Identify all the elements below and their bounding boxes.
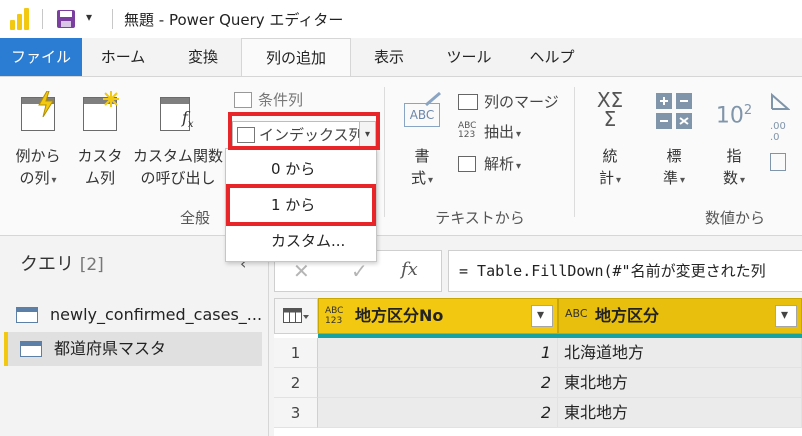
query-item-selected[interactable]: 都道府県マスタ — [4, 332, 262, 366]
standard-icon — [652, 91, 696, 131]
conditional-column-icon — [234, 92, 252, 108]
statistics-icon: XΣ Σ — [596, 88, 624, 131]
more-number-tools[interactable]: .00.0 — [770, 91, 802, 201]
highlight-box — [228, 112, 380, 150]
ribbon: 例から の列 ▾ カスタ ム列 fx カスタム関数 の呼び出し 条件列 インデック… — [0, 76, 802, 236]
tab-home[interactable]: ホーム — [82, 38, 164, 76]
title-bar: ▾ 無題 - Power Query エディター — [0, 0, 802, 38]
standard-button[interactable]: 標 準 ▾ — [646, 91, 702, 192]
table-icon — [20, 341, 42, 357]
commit-icon[interactable]: ✓ — [351, 259, 368, 283]
table-cell[interactable]: 1 — [318, 338, 558, 368]
group-label-text: テキストから — [435, 209, 525, 227]
column-from-examples-icon — [19, 91, 57, 131]
grid-menu-button[interactable] — [274, 298, 318, 334]
column-from-examples-label-2: の列 ▾ — [19, 169, 57, 187]
information-icon[interactable] — [770, 153, 786, 171]
scientific-label-1: 指 — [726, 147, 742, 165]
standard-label-2: 準 ▾ — [662, 169, 686, 187]
tab-view[interactable]: 表示 — [352, 38, 426, 76]
rounding-icon[interactable]: .00.0 — [770, 121, 802, 143]
format-label-1: 書 — [414, 147, 430, 165]
tab-transform[interactable]: 変換 — [166, 38, 240, 76]
extract-label: 抽出 — [484, 123, 515, 141]
table-cell[interactable]: 東北地方 — [558, 368, 802, 398]
conditional-column-label: 条件列 — [258, 91, 304, 109]
column-header-label: 地方区分 — [595, 306, 660, 325]
statistics-label-2: 計 ▾ — [598, 169, 622, 187]
save-icon[interactable] — [56, 9, 76, 29]
extract-button[interactable]: ABC 123 抽出 ▾ — [458, 121, 521, 143]
data-grid: ABC123 地方区分No ABC 地方区分 1 1 北海道地方 2 2 東北地… — [274, 298, 802, 436]
statistics-button[interactable]: XΣ Σ 統 計 ▾ — [584, 88, 636, 192]
column-filter-dropdown-icon[interactable] — [775, 298, 797, 332]
pane-splitter[interactable] — [268, 236, 269, 436]
column-from-examples-label-1: 例から — [15, 147, 61, 165]
custom-column-label-2: ム列 — [84, 169, 115, 187]
formula-input[interactable]: = Table.FillDown(#"名前が変更された列 — [448, 250, 802, 292]
scientific-button[interactable]: 102 指 数 ▾ — [708, 91, 760, 192]
row-number[interactable]: 2 — [274, 368, 318, 398]
menu-item-from-0[interactable]: 0 から — [226, 151, 376, 187]
title-separator — [112, 9, 113, 29]
quick-access-dropdown-icon[interactable]: ▾ — [86, 10, 92, 24]
type-any-icon[interactable]: ABC 123 — [325, 306, 343, 326]
scientific-label-2: 数 ▾ — [722, 169, 746, 187]
merge-columns-label: 列のマージ — [484, 93, 559, 111]
invoke-custom-function-button[interactable]: fx カスタム関数 の呼び出し — [130, 91, 226, 189]
trigonometry-icon[interactable] — [770, 91, 791, 111]
scientific-icon: 102 — [715, 103, 753, 129]
merge-columns-icon — [458, 94, 478, 110]
table-menu-icon — [283, 308, 309, 323]
tab-add-column[interactable]: 列の追加 — [241, 38, 351, 77]
power-bi-logo-icon — [10, 8, 30, 30]
table-cell[interactable]: 2 — [318, 398, 558, 428]
type-text-icon[interactable]: ABC — [565, 308, 588, 319]
invoke-custom-function-label-1: カスタム関数 — [132, 147, 223, 165]
invoke-custom-function-label-2: の呼び出し — [140, 169, 216, 187]
ribbon-group-separator — [574, 87, 575, 217]
queries-header: クエリ [2] — [20, 254, 104, 275]
tab-tools[interactable]: ツール — [428, 38, 510, 76]
queries-pane: クエリ [2] ‹ newly_confirmed_cases_... 都道府県… — [0, 236, 268, 436]
table-cell[interactable]: 東北地方 — [558, 398, 802, 428]
custom-column-icon — [81, 91, 119, 131]
column-header-region[interactable]: ABC 地方区分 — [558, 298, 802, 334]
conditional-column-button[interactable]: 条件列 — [234, 89, 303, 111]
tab-help[interactable]: ヘルプ — [512, 38, 592, 76]
column-header-region-no[interactable]: ABC 123 地方区分No — [318, 298, 558, 334]
window-title: 無題 - Power Query エディター — [124, 11, 344, 29]
parse-label: 解析 — [484, 155, 515, 173]
statistics-label-1: 統 — [602, 147, 618, 165]
table-icon — [16, 307, 38, 323]
cancel-icon[interactable]: ✕ — [293, 259, 310, 283]
title-separator — [42, 9, 43, 29]
column-header-label: 地方区分No — [355, 306, 444, 325]
column-from-examples-button[interactable]: 例から の列 ▾ — [8, 91, 68, 192]
row-number[interactable]: 1 — [274, 338, 318, 368]
menu-item-custom[interactable]: カスタム... — [226, 223, 376, 259]
custom-column-button[interactable]: カスタ ム列 — [72, 91, 128, 189]
row-number[interactable]: 3 — [274, 398, 318, 428]
ribbon-tab-row: ファイル ホーム 変換 列の追加 表示 ツール ヘルプ — [0, 38, 802, 77]
column-filter-dropdown-icon[interactable] — [531, 298, 553, 332]
group-label-number: 数値から — [704, 209, 765, 227]
ribbon-group-separator — [384, 87, 385, 217]
table-cell[interactable]: 2 — [318, 368, 558, 398]
format-label-2: 式 ▾ — [410, 169, 434, 187]
parse-button[interactable]: 解析 ▾ — [458, 153, 521, 175]
standard-label-1: 標 — [666, 147, 682, 165]
fx-icon[interactable]: fx — [401, 259, 418, 280]
format-button[interactable]: ABC 書 式 ▾ — [394, 91, 450, 192]
invoke-custom-function-icon: fx — [158, 91, 198, 131]
query-item[interactable]: newly_confirmed_cases_... — [4, 298, 262, 332]
highlight-box — [226, 184, 376, 226]
format-icon: ABC — [400, 91, 444, 131]
extract-icon: ABC 123 — [458, 121, 477, 140]
merge-columns-button[interactable]: 列のマージ — [458, 91, 559, 113]
table-cell[interactable]: 北海道地方 — [558, 338, 802, 368]
tab-file[interactable]: ファイル — [0, 38, 82, 76]
parse-icon — [458, 156, 476, 172]
custom-column-label-1: カスタ — [77, 147, 123, 165]
